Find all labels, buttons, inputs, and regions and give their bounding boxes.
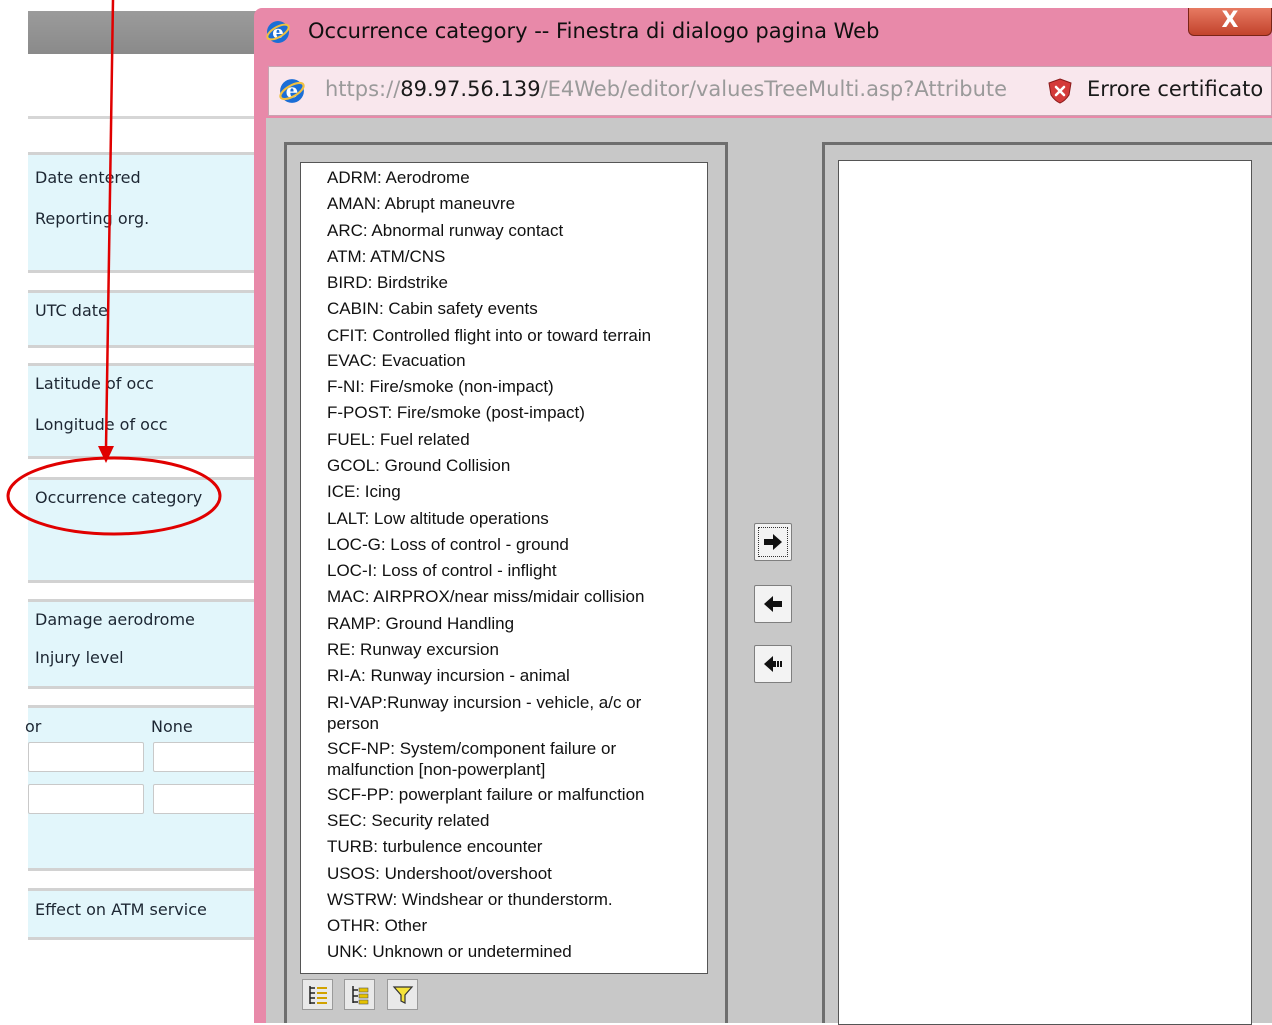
- expand-all-button[interactable]: [302, 979, 333, 1010]
- category-item[interactable]: SCF-PP: powerplant failure or malfunctio…: [327, 782, 707, 808]
- category-item[interactable]: USOS: Undershoot/overshoot: [327, 861, 707, 887]
- column-header-partial: or: [25, 717, 42, 736]
- occurrence-category-dialog: e Occurrence category -- Finestra di dia…: [254, 8, 1272, 1025]
- label-longitude: Longitude of occ: [35, 415, 168, 434]
- certificate-error-label[interactable]: Errore certificato: [1087, 77, 1263, 101]
- category-list: ADRM: Aerodrome AMAN: Abrupt maneuvre ARC:…: [301, 163, 707, 966]
- category-item[interactable]: LOC-I: Loss of control - inflight: [327, 558, 707, 584]
- url-prefix: https://: [325, 77, 401, 101]
- category-item[interactable]: ATM: ATM/CNS: [327, 244, 707, 270]
- category-item[interactable]: ADRM: Aerodrome: [327, 165, 707, 191]
- section-location: Latitude of occ Longitude of occ: [28, 363, 290, 459]
- address-bar[interactable]: e https://89.97.56.139/E4Web/editor/valu…: [268, 66, 1272, 116]
- category-item[interactable]: MAC: AIRPROX/near miss/midair collision: [327, 584, 707, 610]
- url-path: /E4Web/editor/valuesTreeMulti.asp?Attrib…: [540, 77, 1008, 101]
- double-arrow-left-icon: [764, 656, 782, 672]
- close-button[interactable]: X: [1188, 8, 1272, 36]
- category-item[interactable]: LOC-G: Loss of control - ground: [327, 532, 707, 558]
- category-item[interactable]: ICE: Icing: [327, 479, 707, 505]
- label-utc-date: UTC date: [35, 301, 108, 320]
- section-report: Date entered Reporting org.: [28, 152, 290, 273]
- label-damage-aerodrome: Damage aerodrome: [35, 610, 195, 629]
- close-icon: X: [1221, 8, 1239, 33]
- divider: [28, 116, 290, 119]
- category-item[interactable]: F-POST: Fire/smoke (post-impact): [327, 400, 707, 426]
- category-item[interactable]: ARC: Abnormal runway contact: [327, 218, 707, 244]
- remove-all-button[interactable]: [754, 645, 792, 683]
- injury-input-3[interactable]: [28, 784, 144, 814]
- remove-selected-button[interactable]: [754, 585, 792, 623]
- filter-icon: [392, 986, 414, 1004]
- category-item[interactable]: RE: Runway excursion: [327, 637, 707, 663]
- tree-icon: [352, 986, 369, 1005]
- filter-button[interactable]: [387, 979, 418, 1010]
- category-item[interactable]: GCOL: Ground Collision: [327, 453, 707, 479]
- selected-categories-list[interactable]: [838, 160, 1252, 1025]
- category-item[interactable]: SCF-NP: System/component failure or malf…: [327, 736, 707, 782]
- arrow-right-icon: [764, 534, 782, 550]
- dialog-body: ADRM: Aerodrome AMAN: Abrupt maneuvre ARC:…: [266, 118, 1272, 1025]
- label-latitude: Latitude of occ: [35, 374, 154, 393]
- section-atm: Effect on ATM service: [28, 888, 290, 940]
- label-effect-on-atm: Effect on ATM service: [35, 900, 207, 919]
- category-item[interactable]: WSTRW: Windshear or thunderstorm.: [327, 887, 707, 913]
- label-occurrence-category: Occurrence category: [35, 488, 203, 507]
- category-item[interactable]: CABIN: Cabin safety events: [327, 296, 707, 322]
- label-injury-level: Injury level: [35, 648, 124, 667]
- shield-error-icon[interactable]: [1047, 78, 1073, 104]
- injury-input-1[interactable]: [28, 742, 144, 772]
- address-url: https://89.97.56.139/E4Web/editor/values…: [325, 77, 1007, 101]
- category-item[interactable]: OTHR: Other: [327, 913, 707, 939]
- section-damage: Damage aerodrome Injury level: [28, 599, 290, 689]
- ie-icon: e: [266, 21, 290, 43]
- tree-view-button[interactable]: [344, 979, 375, 1010]
- column-header-none: None: [151, 717, 193, 736]
- category-item[interactable]: AMAN: Abrupt maneuvre: [327, 191, 707, 217]
- category-item[interactable]: UNK: Unknown or undetermined: [327, 939, 707, 965]
- available-categories-list[interactable]: ADRM: Aerodrome AMAN: Abrupt maneuvre ARC:…: [300, 162, 708, 974]
- label-reporting-org: Reporting org.: [35, 209, 150, 228]
- section-utc: UTC date: [28, 290, 290, 348]
- list-expand-icon: [309, 986, 327, 1004]
- dialog-title: Occurrence category -- Finestra di dialo…: [308, 19, 880, 43]
- category-item[interactable]: CFIT: Controlled flight into or toward t…: [327, 323, 707, 348]
- category-item[interactable]: RAMP: Ground Handling: [327, 611, 707, 637]
- arrow-left-icon: [764, 596, 782, 612]
- background-toolbar: [28, 11, 290, 54]
- category-item[interactable]: TURB: turbulence encounter: [327, 834, 707, 860]
- category-item[interactable]: RI-VAP:Runway incursion - vehicle, a/c o…: [327, 690, 707, 736]
- label-date-entered: Date entered: [35, 168, 141, 187]
- section-occurrence: Occurrence category: [28, 477, 290, 583]
- category-item[interactable]: BIRD: Birdstrike: [327, 270, 707, 296]
- section-injury-table: or None: [25, 705, 292, 871]
- category-item[interactable]: F-NI: Fire/smoke (non-impact): [327, 374, 707, 400]
- category-item[interactable]: RI-A: Runway incursion - animal: [327, 663, 707, 689]
- url-host: 89.97.56.139: [400, 77, 541, 101]
- category-item[interactable]: EVAC: Evacuation: [327, 348, 707, 374]
- add-selected-button[interactable]: [754, 523, 792, 561]
- category-item[interactable]: SEC: Security related: [327, 808, 707, 834]
- category-item[interactable]: FUEL: Fuel related: [327, 427, 707, 453]
- background-form: Date entered Reporting org. UTC date Lat…: [25, 0, 292, 1023]
- ie-icon: e: [279, 79, 305, 103]
- category-item[interactable]: LALT: Low altitude operations: [327, 506, 707, 532]
